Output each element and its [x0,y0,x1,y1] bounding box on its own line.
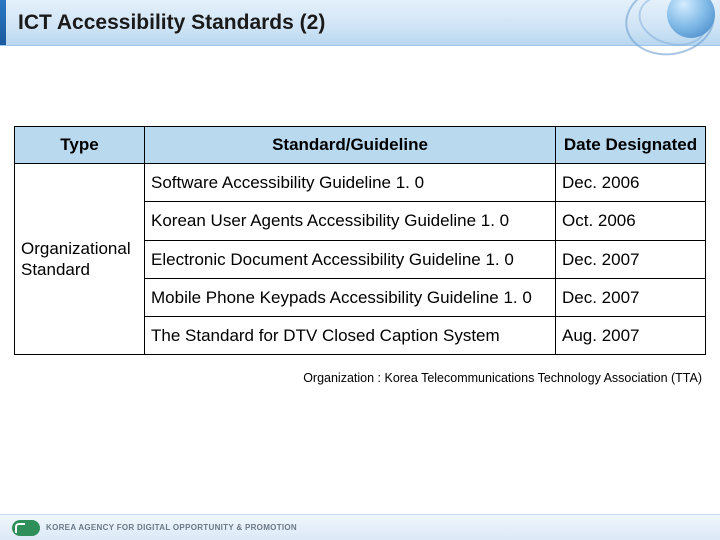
date-cell: Dec. 2007 [556,278,706,316]
kado-logo-icon [12,520,40,536]
slide-footer: KOREA AGENCY FOR DIGITAL OPPORTUNITY & P… [0,514,720,540]
date-cell: Aug. 2007 [556,317,706,355]
standard-cell: Mobile Phone Keypads Accessibility Guide… [145,278,556,316]
standard-cell: Electronic Document Accessibility Guidel… [145,240,556,278]
organization-footnote: Organization : Korea Telecommunications … [14,371,706,385]
date-cell: Dec. 2007 [556,240,706,278]
col-header-standard: Standard/Guideline [145,127,556,164]
col-header-date: Date Designated [556,127,706,164]
slide-header: ICT Accessibility Standards (2) [0,0,720,46]
standard-cell: Korean User Agents Accessibility Guideli… [145,202,556,240]
content-area: Type Standard/Guideline Date Designated … [0,46,720,385]
header-accent-bar [0,0,6,45]
standards-table: Type Standard/Guideline Date Designated … [14,126,706,355]
date-cell: Oct. 2006 [556,202,706,240]
globe-decoration [620,0,720,60]
page-title: ICT Accessibility Standards (2) [18,11,325,35]
standard-cell: Software Accessibility Guideline 1. 0 [145,164,556,202]
footer-org-name: KOREA AGENCY FOR DIGITAL OPPORTUNITY & P… [46,523,297,532]
table-row: Organizational Standard Software Accessi… [15,164,706,202]
standard-cell: The Standard for DTV Closed Caption Syst… [145,317,556,355]
type-cell: Organizational Standard [15,164,145,355]
date-cell: Dec. 2006 [556,164,706,202]
col-header-type: Type [15,127,145,164]
